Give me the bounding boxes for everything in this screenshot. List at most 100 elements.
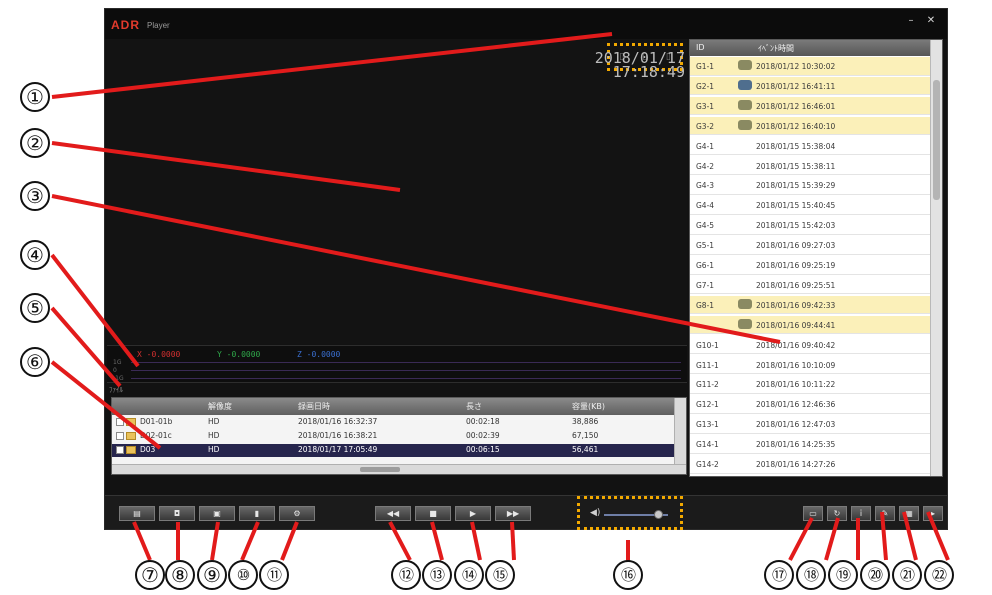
- event-time: 2018/01/16 12:47:03: [756, 420, 836, 430]
- event-id: G11-2: [696, 380, 719, 390]
- event-time: 2018/01/15 15:39:29: [756, 181, 836, 191]
- file-list: 解像度 録画日時 長さ 容量(KB) D01-01b HD 2018/01/16 1…: [111, 397, 687, 475]
- event-row[interactable]: G3-1 2018/01/12 16:46:01: [690, 96, 930, 116]
- folder-icon: [126, 446, 136, 454]
- column-header[interactable]: 解像度: [208, 401, 232, 412]
- horizontal-scrollbar[interactable]: [112, 464, 686, 474]
- event-row[interactable]: G4-4 2018/01/15 15:40:45: [690, 196, 930, 215]
- event-time: 2018/01/15 15:38:04: [756, 141, 836, 151]
- row-checkbox[interactable]: [116, 418, 124, 426]
- scrollbar-thumb[interactable]: [933, 80, 940, 200]
- column-header[interactable]: 容量(KB): [572, 401, 605, 412]
- sensor-x-value: X -0.0000: [137, 350, 181, 359]
- column-header[interactable]: 録画日時: [298, 401, 330, 412]
- file-row[interactable]: D02-01c HD 2018/01/16 16:38:21 00:02:39 67,1…: [112, 430, 674, 443]
- callout-number: ⑳: [860, 560, 890, 590]
- scrollbar-thumb[interactable]: [360, 467, 400, 472]
- minimize-window-icon[interactable]: –: [903, 15, 919, 27]
- event-row[interactable]: G14-1 2018/01/16 14:25:35: [690, 435, 930, 454]
- file-row[interactable]: D01-01b HD 2018/01/16 16:32:37 00:02:18 38,8…: [112, 416, 674, 429]
- event-id: G1-1: [696, 62, 715, 71]
- rotate-icon[interactable]: ↻: [827, 506, 847, 521]
- event-row[interactable]: G4-1 2018/01/15 15:38:04: [690, 137, 930, 156]
- row-checkbox[interactable]: [116, 446, 124, 454]
- event-time: 2018/01/12 16:40:10: [756, 121, 836, 131]
- print-icon[interactable]: ▮: [239, 506, 275, 521]
- event-row[interactable]: G11-2 2018/01/16 10:11:22: [690, 375, 930, 394]
- event-row[interactable]: G8-1 2018/01/16 09:42:33: [690, 295, 930, 315]
- folder-icon[interactable]: ▤: [119, 506, 155, 521]
- callout-number: ⑪: [259, 560, 289, 590]
- column-header[interactable]: ｲﾍﾞﾝﾄ時間: [758, 43, 794, 54]
- event-row[interactable]: G2-1 2018/01/12 16:41:11: [690, 76, 930, 96]
- capture-icon[interactable]: ◘: [159, 506, 195, 521]
- event-id: G3-2: [696, 121, 715, 131]
- stop-icon[interactable]: ■: [415, 506, 451, 521]
- event-id: G4-2: [696, 161, 715, 171]
- callout-number: ④: [20, 240, 50, 270]
- event-row[interactable]: G3-2 2018/01/12 16:40:10: [690, 116, 930, 136]
- event-id: G4-3: [696, 181, 715, 191]
- info-icon[interactable]: ｉ: [851, 506, 871, 521]
- column-header[interactable]: ID: [696, 43, 705, 52]
- event-id: G11-1: [696, 360, 719, 370]
- event-row[interactable]: G13-1 2018/01/16 12:47:03: [690, 415, 930, 434]
- gauge-label-top: 1G: [113, 359, 122, 366]
- callout-number: ⑥: [20, 347, 50, 377]
- vertical-scrollbar[interactable]: [930, 40, 942, 476]
- minimize-panel-icon[interactable]: ▭: [803, 506, 823, 521]
- g-sensor-graph: X -0.0000 Y -0.0000 Z -0.0000 1G 0 -1G: [107, 345, 687, 383]
- event-row[interactable]: G1-1 2018/01/12 10:30:02: [690, 57, 930, 76]
- file-cell: HD: [208, 445, 220, 454]
- file-row[interactable]: D03 HD 2018/01/17 17:05:49 00:06:15 56,461: [112, 444, 674, 457]
- camera-icon: [738, 119, 752, 130]
- fullscreen-icon[interactable]: ▦: [899, 506, 919, 521]
- event-row[interactable]: G12-1 2018/01/16 12:46:36: [690, 395, 930, 414]
- file-cell: D03: [140, 445, 156, 454]
- event-time: 2018/01/15 15:38:11: [756, 161, 836, 171]
- map-icon[interactable]: ✎: [875, 506, 895, 521]
- video-view[interactable]: ▯ ▯ ▯ 2018/01/17 17:18:49: [107, 39, 687, 344]
- vertical-scrollbar[interactable]: [674, 398, 686, 464]
- volume-slider-handle[interactable]: [654, 510, 664, 519]
- event-time: 2018/01/12 16:41:11: [756, 81, 836, 91]
- column-header[interactable]: 長さ: [466, 401, 482, 412]
- event-time: 2018/01/15 15:40:45: [756, 201, 836, 211]
- fast-forward-icon[interactable]: ▶▶: [495, 506, 531, 521]
- speaker-icon[interactable]: ◀): [590, 508, 600, 518]
- rewind-icon[interactable]: ◀◀: [375, 506, 411, 521]
- event-row[interactable]: G11-1 2018/01/16 10:10:09: [690, 356, 930, 375]
- event-row[interactable]: G4-3 2018/01/15 15:39:29: [690, 176, 930, 195]
- file-cell: HD: [208, 431, 220, 440]
- callout-number: ⑦: [135, 560, 165, 590]
- close-window-icon[interactable]: ✕: [923, 15, 939, 27]
- event-time: 2018/01/16 10:11:22: [756, 380, 836, 390]
- graph-line: [131, 378, 681, 379]
- row-checkbox[interactable]: [116, 432, 124, 440]
- event-row[interactable]: G6-1 2018/01/16 09:25:19: [690, 256, 930, 275]
- expand-icon[interactable]: ▸: [923, 506, 943, 521]
- event-row[interactable]: G4-5 2018/01/15 15:42:03: [690, 216, 930, 235]
- event-row[interactable]: G10-1 2018/01/16 09:40:42: [690, 336, 930, 355]
- event-row[interactable]: G14-2 2018/01/16 14:27:26: [690, 455, 930, 474]
- event-row[interactable]: G7-1 2018/01/16 09:25:51: [690, 276, 930, 295]
- event-id: G4-1: [696, 141, 715, 151]
- event-row[interactable]: G4-2 2018/01/15 15:38:11: [690, 157, 930, 176]
- callout-number: ⑱: [796, 560, 826, 590]
- callout-number: ⑫: [391, 560, 421, 590]
- camera-icon: [738, 99, 752, 110]
- camera-icon: [738, 298, 752, 309]
- event-time: 2018/01/16 14:27:26: [756, 460, 836, 469]
- file-cell: HD: [208, 417, 220, 426]
- osd-time: 17:18:49: [612, 63, 685, 81]
- graph-line: [131, 362, 681, 363]
- save-icon[interactable]: ▣: [199, 506, 235, 521]
- event-id: G7-1: [696, 280, 715, 290]
- event-row[interactable]: 2018/01/16 09:44:41: [690, 315, 930, 335]
- settings-icon[interactable]: ⚙: [279, 506, 315, 521]
- callout-number: ⑬: [422, 560, 452, 590]
- play-icon[interactable]: ▶: [455, 506, 491, 521]
- event-row[interactable]: G5-1 2018/01/16 09:27:03: [690, 236, 930, 255]
- volume-control[interactable]: ◀): [577, 496, 683, 530]
- callout-number: ⑯: [613, 560, 643, 590]
